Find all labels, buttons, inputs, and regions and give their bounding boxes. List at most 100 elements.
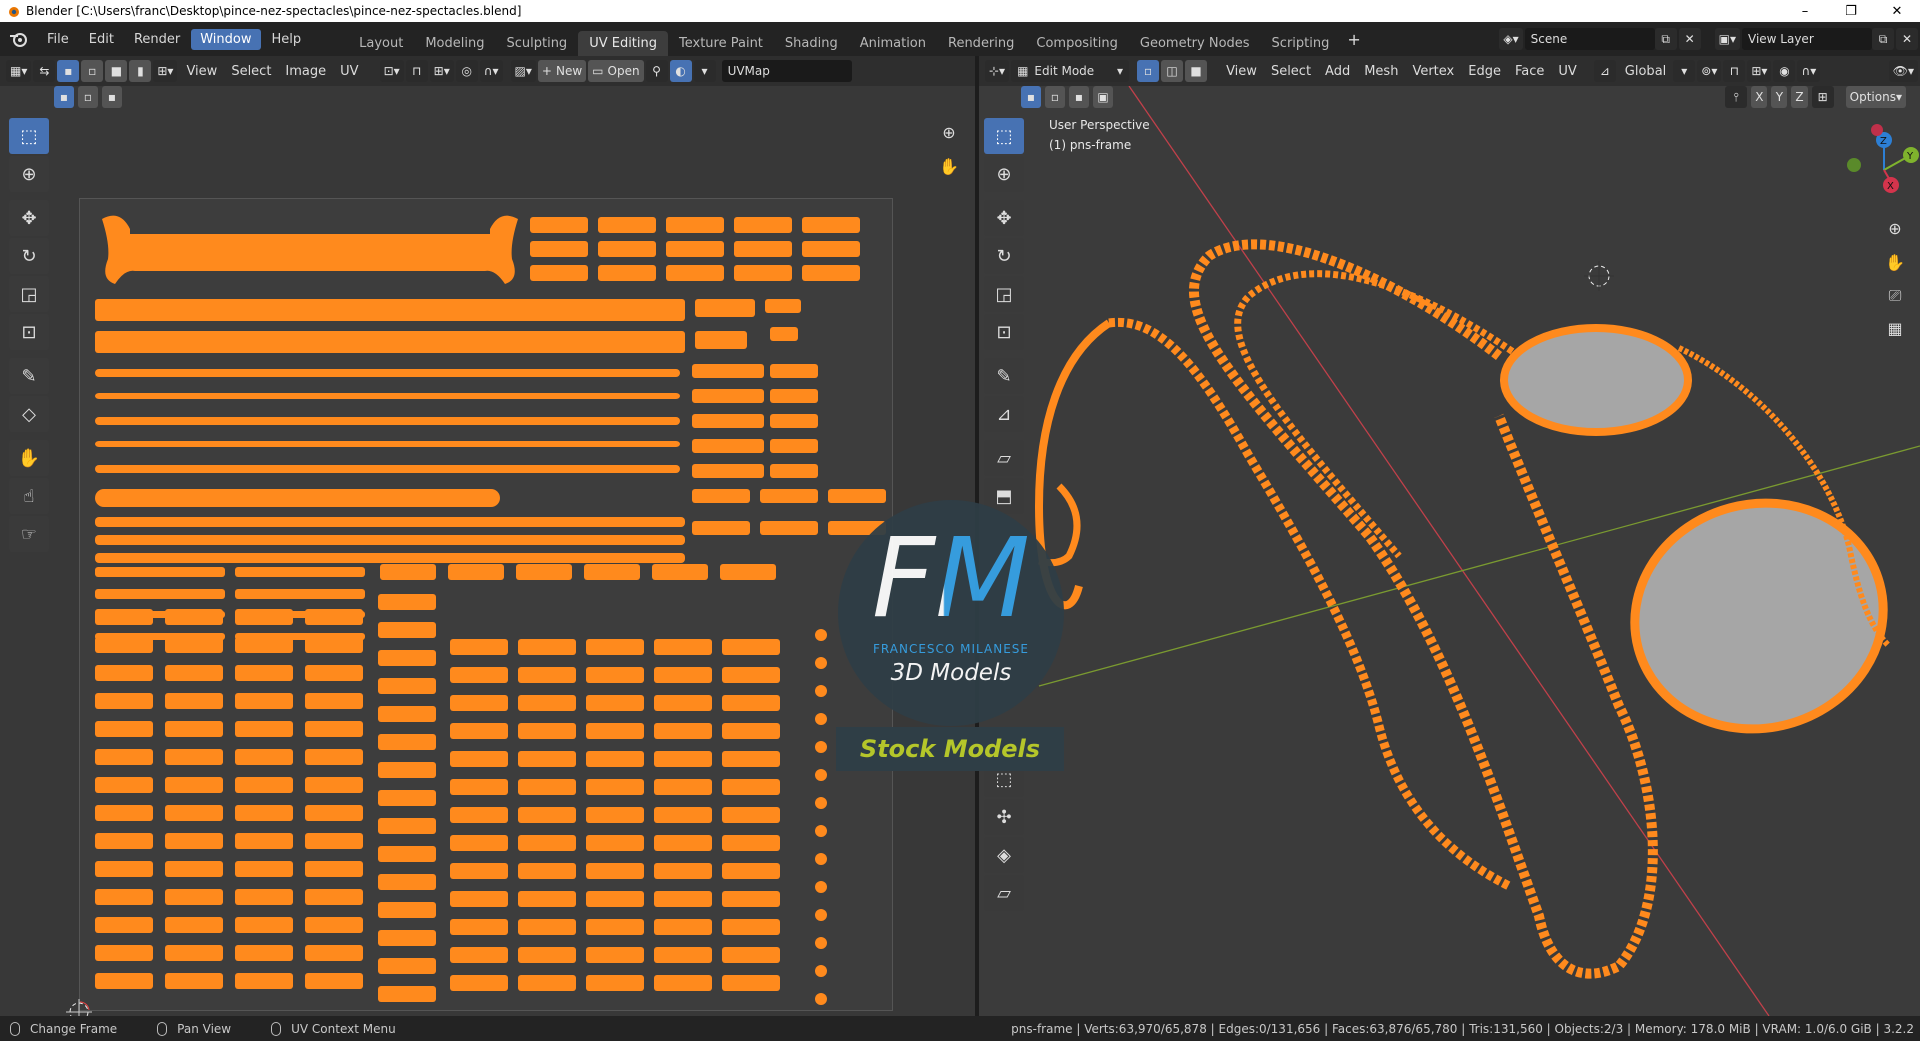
proportional-edit-icon[interactable]: ◎ [455, 60, 478, 82]
overlay-dropdown-icon[interactable]: ▾ [693, 60, 716, 82]
cursor-tool-icon[interactable]: ⊕ [9, 156, 49, 192]
sticky-mode-icon[interactable]: ⊞▾ [153, 60, 178, 82]
view-layer-field[interactable]: View Layer [1742, 28, 1872, 50]
select-mode-new-icon[interactable]: ▪ [54, 86, 74, 108]
menu-window[interactable]: Window [191, 28, 261, 50]
pinch-tool-icon[interactable]: ☞ [9, 516, 49, 552]
edge-mode-icon[interactable]: ◫ [1161, 60, 1184, 82]
face-select-icon[interactable]: ■ [105, 60, 128, 82]
vp-transform-tool-icon[interactable]: ⊡ [984, 314, 1024, 350]
pin-icon[interactable]: ⚲ [645, 60, 668, 82]
view-layer-icon[interactable]: ▣▾ [1714, 28, 1740, 50]
rip-tool-icon[interactable]: ◇ [9, 396, 49, 432]
scale-tool-icon[interactable]: ◲ [9, 276, 49, 312]
orientation-dropdown-icon[interactable]: ▾ [1673, 60, 1696, 82]
vp-zoom-icon[interactable]: ⊕ [1881, 214, 1909, 242]
edge-select-icon[interactable]: ▫ [81, 60, 104, 82]
uv-menu-view[interactable]: View [179, 64, 224, 79]
tab-modeling[interactable]: Modeling [414, 31, 495, 56]
tab-animation[interactable]: Animation [849, 31, 937, 56]
annotate-tool-icon[interactable]: ✎ [9, 358, 49, 394]
viewport-menu-view[interactable]: View [1219, 64, 1264, 79]
viewport-menu-mesh[interactable]: Mesh [1357, 64, 1405, 79]
vp-annotate-tool-icon[interactable]: ✎ [984, 358, 1024, 394]
viewport-menu-select[interactable]: Select [1264, 64, 1318, 79]
viewport-menu-add[interactable]: Add [1318, 64, 1357, 79]
viewport-menu-uv[interactable]: UV [1551, 64, 1583, 79]
pan-view-icon[interactable]: ✋ [935, 152, 963, 180]
face-mode-icon[interactable]: ■ [1185, 60, 1208, 82]
tab-compositing[interactable]: Compositing [1025, 31, 1129, 56]
scene-selector-icon[interactable]: ◈▾ [1499, 28, 1523, 50]
menu-file[interactable]: File [38, 29, 78, 50]
new-view-layer-icon[interactable]: ⧉ [1872, 28, 1894, 50]
snap-icon[interactable]: ⊓ [405, 60, 428, 82]
vp-ortho-icon[interactable]: ▦ [1881, 314, 1909, 342]
sync-selection-icon[interactable]: ⇆ [33, 60, 56, 82]
image-browse-icon[interactable]: ▨▾ [510, 60, 536, 82]
menu-help[interactable]: Help [263, 29, 311, 50]
viewport-menu-vertex[interactable]: Vertex [1405, 64, 1461, 79]
menu-render[interactable]: Render [125, 29, 189, 50]
snap-toggle-icon[interactable]: ⊓ [1723, 60, 1746, 82]
uv-menu-select[interactable]: Select [224, 64, 278, 79]
tab-shading[interactable]: Shading [774, 31, 849, 56]
proportional-icon[interactable]: ◉ [1773, 60, 1796, 82]
pivot-point-icon[interactable]: ⊚▾ [1697, 60, 1722, 82]
vp-cursor-tool-icon[interactable]: ⊕ [984, 156, 1024, 192]
grab-tool-icon[interactable]: ✋ [9, 440, 49, 476]
delete-scene-icon[interactable]: ✕ [1678, 28, 1701, 50]
delete-view-layer-icon[interactable]: ✕ [1896, 28, 1918, 50]
snap-element-icon[interactable]: ⊞▾ [1747, 60, 1772, 82]
vp-measure-tool-icon[interactable]: ⊿ [984, 396, 1024, 432]
new-scene-icon[interactable]: ⧉ [1654, 28, 1677, 50]
menu-edit[interactable]: Edit [80, 29, 123, 50]
proportional-falloff-icon[interactable]: ∩▾ [1797, 60, 1821, 82]
vp-scale-tool-icon[interactable]: ◲ [984, 276, 1024, 312]
vp-move-tool-icon[interactable]: ✥ [984, 200, 1024, 236]
minimize-button[interactable]: – [1782, 0, 1828, 22]
uv-menu-image[interactable]: Image [278, 64, 333, 79]
navigation-gizmo[interactable]: Z Y X [1839, 124, 1919, 204]
overlay-icon[interactable]: ◐ [669, 60, 692, 82]
vertex-mode-icon[interactable]: ▫ [1137, 60, 1160, 82]
vp-rip-tool-icon[interactable]: ◈ [984, 837, 1024, 873]
tab-sculpting[interactable]: Sculpting [495, 31, 578, 56]
tab-layout[interactable]: Layout [348, 31, 414, 56]
tab-scripting[interactable]: Scripting [1261, 31, 1341, 56]
restore-button[interactable]: ❐ [1828, 0, 1874, 22]
uvmap-field[interactable]: UVMap [721, 60, 852, 82]
viewport-editor-type-icon[interactable]: ⊹▾ [985, 60, 1010, 82]
falloff-icon[interactable]: ∩▾ [479, 60, 503, 82]
zoom-view-icon[interactable]: ⊕ [935, 118, 963, 146]
tab-uv-editing[interactable]: UV Editing [578, 31, 669, 56]
viewport-menu-edge[interactable]: Edge [1461, 64, 1508, 79]
open-image-button[interactable]: ▭ Open [588, 60, 644, 82]
vp-push-tool-icon[interactable]: ✣ [984, 799, 1024, 835]
vp-pan-icon[interactable]: ✋ [1881, 248, 1909, 276]
scene-field[interactable]: Scene [1524, 28, 1655, 50]
snap-target-icon[interactable]: ⊞▾ [429, 60, 454, 82]
orientation-selector[interactable]: Global [1618, 64, 1673, 79]
select-mode-subtract-icon[interactable]: ▪ [102, 86, 122, 108]
viewport-menu-face[interactable]: Face [1508, 64, 1551, 79]
tab-rendering[interactable]: Rendering [937, 31, 1025, 56]
rotate-tool-icon[interactable]: ↻ [9, 238, 49, 274]
vertex-select-icon[interactable]: ▪ [57, 60, 80, 82]
select-mode-extend-icon[interactable]: ▫ [78, 86, 98, 108]
vp-select-box-tool-icon[interactable]: ⬚ [984, 118, 1024, 154]
relax-tool-icon[interactable]: ☝ [9, 478, 49, 514]
viewport-scene[interactable] [979, 86, 1920, 1016]
editor-type-icon[interactable]: ▦▾ [6, 60, 32, 82]
orientation-icon[interactable]: ⊿ [1593, 60, 1616, 82]
pivot-icon[interactable]: ⊡▾ [379, 60, 404, 82]
blender-menu-icon[interactable] [8, 30, 30, 48]
uv-menu-uv[interactable]: UV [333, 64, 365, 79]
new-image-button[interactable]: + New [537, 60, 587, 82]
mode-selector[interactable]: ▦ Edit Mode ▾ [1011, 60, 1130, 82]
select-box-tool-icon[interactable]: ⬚ [9, 118, 49, 154]
close-button[interactable]: ✕ [1874, 0, 1920, 22]
vp-camera-icon[interactable]: ⎚ [1881, 282, 1909, 310]
transform-tool-icon[interactable]: ⊡ [9, 314, 49, 350]
island-select-icon[interactable]: ▮ [129, 60, 152, 82]
